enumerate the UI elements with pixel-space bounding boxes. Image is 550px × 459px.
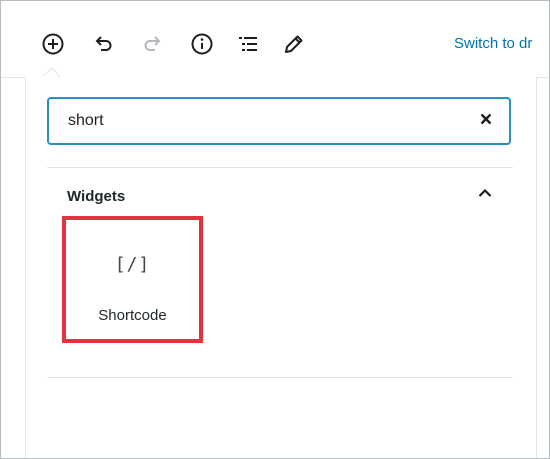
- editor-window: Switch to dr Widgets: [0, 0, 550, 459]
- plus-circle-icon: [41, 32, 65, 56]
- info-icon: [190, 32, 214, 56]
- content-info-button[interactable]: [189, 31, 215, 57]
- pencil-icon: [282, 32, 306, 56]
- panel-toggle-button[interactable]: [475, 185, 495, 205]
- divider: [47, 377, 513, 378]
- clear-search-button[interactable]: [477, 112, 495, 130]
- undo-icon: [91, 32, 115, 56]
- redo-button[interactable]: [140, 31, 166, 57]
- undo-button[interactable]: [90, 31, 116, 57]
- close-icon: [480, 112, 492, 130]
- tools-button[interactable]: [281, 31, 307, 57]
- list-view-icon: [236, 32, 260, 56]
- editor-toolbar: Switch to dr: [1, 1, 549, 78]
- chevron-up-icon: [477, 185, 493, 206]
- search-box: [47, 97, 511, 145]
- block-inserter-popover: Widgets [/] Shortcode: [25, 77, 537, 458]
- redo-icon: [141, 32, 165, 56]
- divider: [47, 167, 513, 168]
- block-navigation-button[interactable]: [235, 31, 261, 57]
- shortcode-icon: [/]: [114, 254, 151, 275]
- block-search-input[interactable]: [68, 99, 448, 143]
- switch-to-draft-link[interactable]: Switch to dr: [454, 35, 532, 52]
- add-block-button[interactable]: [40, 31, 66, 57]
- block-item-shortcode[interactable]: [/] Shortcode: [62, 216, 203, 343]
- panel-title-widgets[interactable]: Widgets: [67, 188, 125, 205]
- block-item-label: Shortcode: [98, 307, 167, 324]
